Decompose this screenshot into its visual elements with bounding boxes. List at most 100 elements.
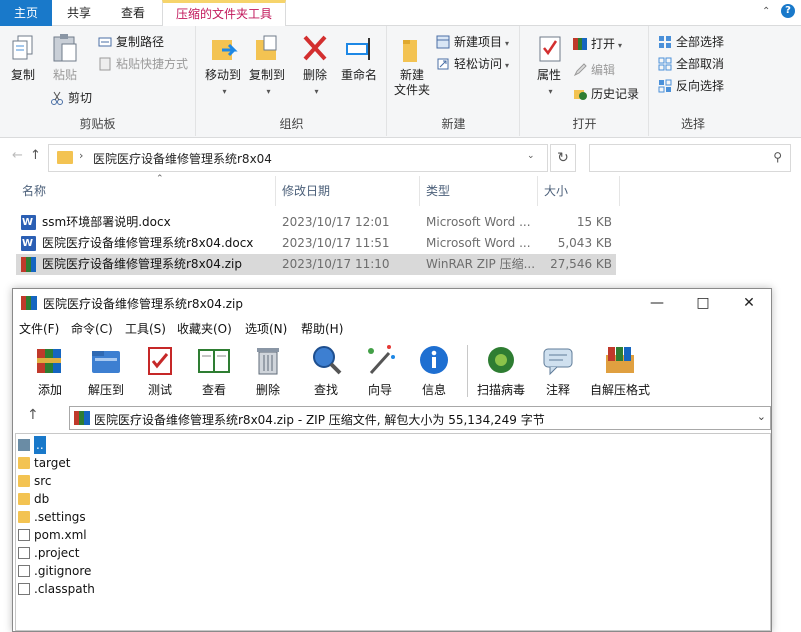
file-row[interactable]: ssm环境部署说明.docx 2023/10/17 12:01 Microsof… bbox=[16, 212, 616, 233]
select-group-label: 选择 bbox=[680, 117, 705, 131]
scissors-icon bbox=[50, 91, 64, 105]
chevron-down-icon[interactable]: ⌄ bbox=[527, 151, 535, 161]
move-to-button[interactable]: 移动到 ▾ bbox=[203, 32, 243, 99]
column-name[interactable]: 名称 bbox=[16, 176, 276, 206]
magnifier-icon bbox=[309, 343, 343, 377]
file-size: 15 KB bbox=[576, 215, 612, 229]
copy-to-button[interactable]: 复制到 ▾ bbox=[247, 32, 287, 99]
column-size[interactable]: 大小 bbox=[538, 176, 620, 206]
wizard-label: 向导 bbox=[367, 383, 392, 397]
file-type: Microsoft Word ... bbox=[426, 215, 531, 229]
menu-file[interactable]: 文件(F) bbox=[19, 320, 59, 337]
properties-button[interactable]: 属性 ▾ bbox=[531, 32, 567, 99]
add-button[interactable]: 添加 bbox=[27, 343, 73, 398]
file-type: Microsoft Word ... bbox=[426, 236, 531, 250]
rename-icon bbox=[344, 32, 374, 64]
help-icon[interactable]: ? bbox=[781, 4, 795, 18]
tab-home[interactable]: 主页 bbox=[0, 0, 52, 26]
collapse-ribbon-icon[interactable]: ⌃ bbox=[762, 6, 770, 17]
select-all-button[interactable]: 全部选择 bbox=[658, 32, 724, 52]
list-item-label: pom.xml bbox=[34, 528, 87, 542]
menu-favorites[interactable]: 收藏夹(O) bbox=[177, 320, 232, 337]
column-type[interactable]: 类型 bbox=[420, 176, 538, 206]
menu-help[interactable]: 帮助(H) bbox=[301, 320, 343, 337]
organize-group-label: 组织 bbox=[279, 117, 304, 131]
open-button[interactable]: 打开 ▾ bbox=[573, 34, 622, 54]
edit-button[interactable]: 编辑 bbox=[573, 60, 615, 80]
new-folder-button[interactable]: 新建 文件夹 bbox=[392, 32, 432, 98]
tab-compressed-folder-tools[interactable]: 压缩的文件夹工具 bbox=[162, 0, 286, 27]
sfx-label: 自解压格式 bbox=[589, 383, 650, 397]
file-row-selected[interactable]: 医院医疗设备维修管理系统r8x04.zip 2023/10/17 11:10 W… bbox=[16, 254, 616, 275]
view-button[interactable]: 查看 bbox=[191, 343, 237, 398]
paste-shortcut-button[interactable]: 粘贴快捷方式 bbox=[98, 54, 188, 74]
archive-path-dropdown[interactable]: 医院医疗设备维修管理系统r8x04.zip - ZIP 压缩文件, 解包大小为 … bbox=[69, 406, 771, 430]
menu-commands[interactable]: 命令(C) bbox=[71, 320, 113, 337]
new-folder-label-1: 新建 bbox=[399, 68, 424, 82]
cut-button[interactable]: 剪切 bbox=[50, 88, 92, 108]
test-button[interactable]: 测试 bbox=[137, 343, 183, 398]
paste-button[interactable]: 粘贴 bbox=[46, 32, 84, 83]
close-button[interactable]: ✕ bbox=[739, 293, 759, 313]
info-button[interactable]: 信息 bbox=[411, 343, 457, 398]
minimize-button[interactable]: — bbox=[647, 293, 667, 313]
folder-icon bbox=[18, 511, 30, 523]
delete-button[interactable]: 删除 ▾ bbox=[297, 32, 333, 99]
refresh-button[interactable]: ↻ bbox=[550, 144, 576, 172]
select-group: 全部选择 全部取消 反向选择 选择 bbox=[650, 26, 736, 136]
sfx-button[interactable]: 自解压格式 bbox=[585, 343, 655, 398]
trash-icon bbox=[251, 343, 285, 377]
search-input[interactable]: ⚲ bbox=[589, 144, 791, 172]
back-arrow-icon[interactable]: ← bbox=[12, 148, 23, 163]
scan-virus-button[interactable]: 扫描病毒 bbox=[475, 343, 527, 398]
easy-access-button[interactable]: 轻松访问 ▾ bbox=[436, 54, 509, 74]
menu-options[interactable]: 选项(N) bbox=[245, 320, 287, 337]
select-none-button[interactable]: 全部取消 bbox=[658, 54, 724, 74]
new-item-icon bbox=[436, 35, 450, 49]
cut-label: 剪切 bbox=[68, 91, 93, 105]
wizard-button[interactable]: 向导 bbox=[357, 343, 403, 398]
history-button[interactable]: 历史记录 bbox=[573, 84, 639, 104]
refresh-icon: ↻ bbox=[557, 150, 569, 166]
rename-button[interactable]: 重命名 bbox=[337, 32, 381, 83]
invert-selection-button[interactable]: 反向选择 bbox=[658, 76, 724, 96]
list-item-label: .classpath bbox=[34, 582, 95, 596]
address-path: 医院医疗设备维修管理系统r8x04 bbox=[93, 152, 272, 166]
delete-archive-button[interactable]: 删除 bbox=[245, 343, 291, 398]
copy-to-icon bbox=[252, 32, 282, 64]
ribbon: 复制 粘贴 复制路径 粘贴快捷方式 剪切 剪贴板 移动到 ▾ 复制到 ▾ 删除 … bbox=[0, 26, 801, 138]
test-label: 测试 bbox=[147, 383, 172, 397]
copy-to-label: 复制到 bbox=[248, 68, 285, 82]
winrar-window: 医院医疗设备维修管理系统r8x04.zip — □ ✕ 文件(F) 命令(C) … bbox=[12, 288, 772, 632]
extract-to-label: 解压到 bbox=[87, 383, 124, 397]
winrar-icon bbox=[21, 257, 36, 272]
info-icon bbox=[417, 343, 451, 377]
winrar-icon bbox=[21, 296, 37, 310]
extract-to-button[interactable]: 解压到 bbox=[81, 343, 131, 398]
winrar-title: 医院医疗设备维修管理系统r8x04.zip bbox=[43, 297, 244, 311]
up-folder-arrow-icon[interactable]: ↑ bbox=[27, 407, 39, 423]
column-date[interactable]: 修改日期 bbox=[276, 176, 420, 206]
view-book-icon bbox=[197, 343, 231, 377]
winrar-titlebar[interactable]: 医院医疗设备维修管理系统r8x04.zip — □ ✕ bbox=[13, 289, 771, 317]
copy-button[interactable]: 复制 bbox=[6, 32, 40, 83]
file-row[interactable]: 医院医疗设备维修管理系统r8x04.docx 2023/10/17 11:51 … bbox=[16, 233, 616, 254]
tab-view[interactable]: 查看 bbox=[106, 0, 160, 26]
maximize-button[interactable]: □ bbox=[693, 293, 713, 313]
new-group: 新建 文件夹 新建项目 ▾ 轻松访问 ▾ 新建 bbox=[388, 26, 520, 136]
address-bar[interactable]: › 医院医疗设备维修管理系统r8x04 ⌄ bbox=[48, 144, 548, 172]
select-none-icon bbox=[658, 57, 672, 71]
menu-tools[interactable]: 工具(S) bbox=[125, 320, 166, 337]
file-name: 医院医疗设备维修管理系统r8x04.docx bbox=[42, 236, 254, 250]
chevron-down-icon[interactable]: ⌄ bbox=[757, 410, 766, 423]
add-archive-icon bbox=[33, 343, 67, 377]
tab-share[interactable]: 共享 bbox=[52, 0, 106, 26]
delete-archive-label: 删除 bbox=[255, 383, 280, 397]
up-arrow-icon[interactable]: ↑ bbox=[30, 148, 41, 163]
copy-path-button[interactable]: 复制路径 bbox=[98, 32, 164, 52]
new-item-button[interactable]: 新建项目 ▾ bbox=[436, 32, 509, 52]
find-button[interactable]: 查找 bbox=[303, 343, 349, 398]
view-label: 查看 bbox=[201, 383, 226, 397]
comment-button[interactable]: 注释 bbox=[535, 343, 581, 398]
chevron-right-icon[interactable]: › bbox=[79, 149, 83, 162]
